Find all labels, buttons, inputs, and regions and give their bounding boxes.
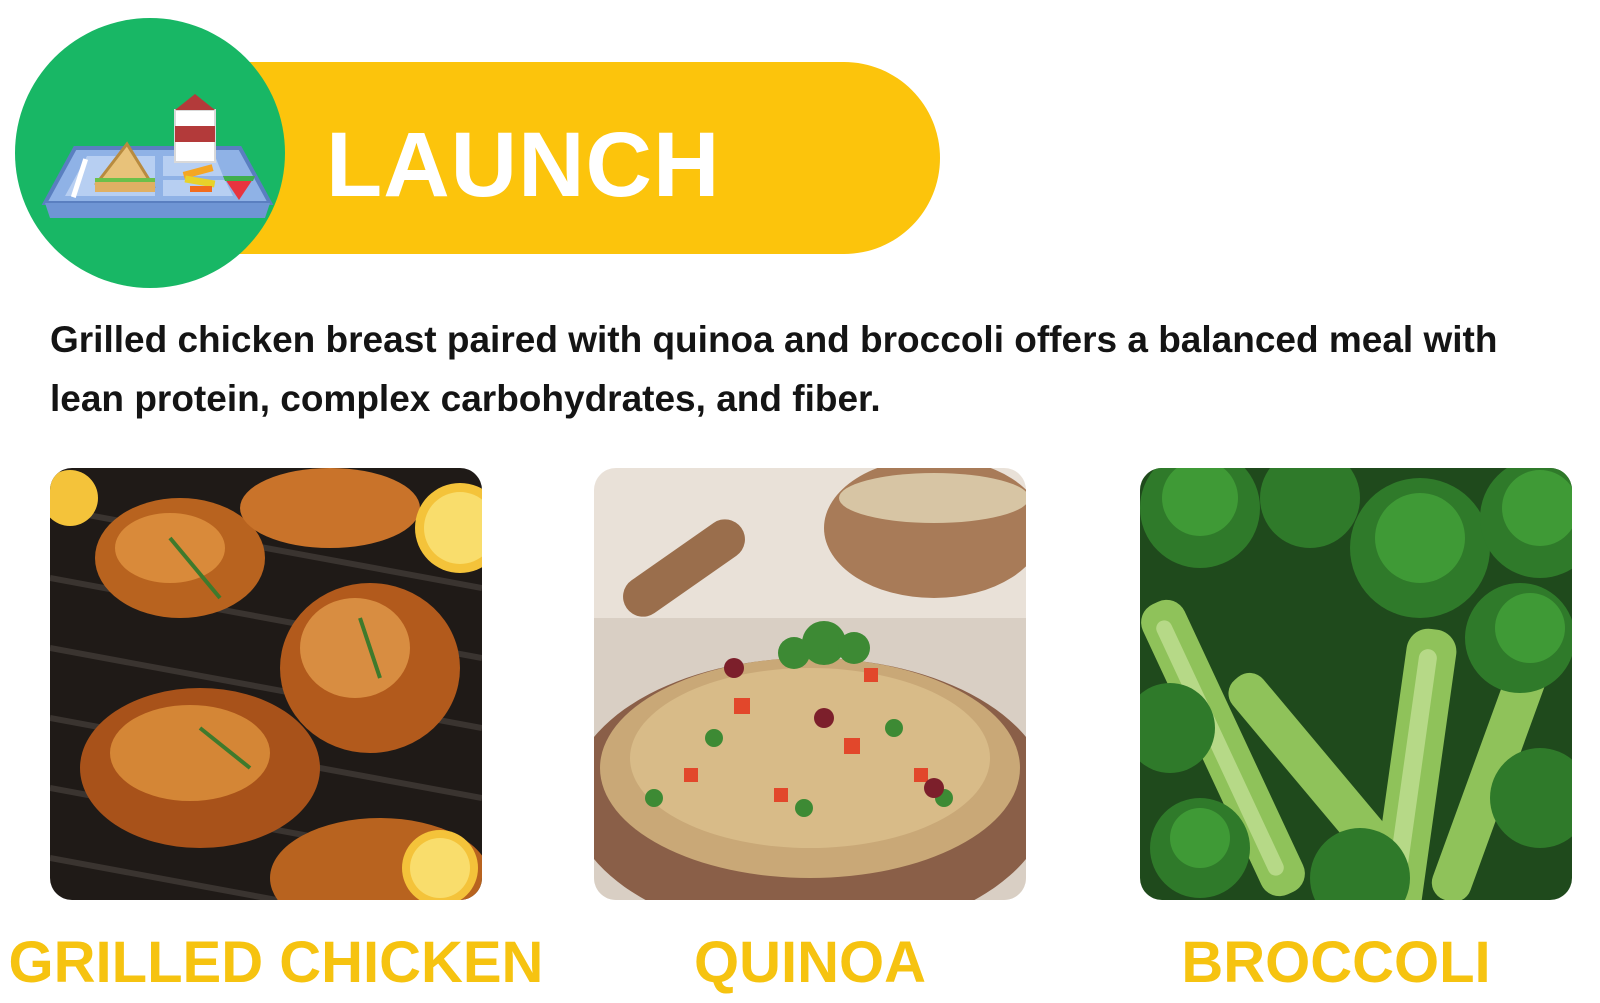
broccoli-photo xyxy=(1140,468,1572,900)
food-label-quinoa: QUINOA xyxy=(694,930,926,995)
lunch-badge xyxy=(15,18,285,288)
lunch-tray-icon xyxy=(41,94,274,218)
food-label-grilled-chicken: GRILLED CHICKEN xyxy=(8,930,544,995)
page-title: LAUNCH xyxy=(326,114,721,216)
grilled-chicken-card xyxy=(50,468,482,900)
broccoli-card xyxy=(1140,468,1572,900)
quinoa-bowl-photo xyxy=(594,468,1026,900)
grilled-chicken-photo xyxy=(50,468,482,900)
meal-description: Grilled chicken breast paired with quino… xyxy=(50,319,1498,419)
quinoa-card xyxy=(594,468,1026,900)
food-label-broccoli: BROCCOLI xyxy=(1181,930,1491,995)
